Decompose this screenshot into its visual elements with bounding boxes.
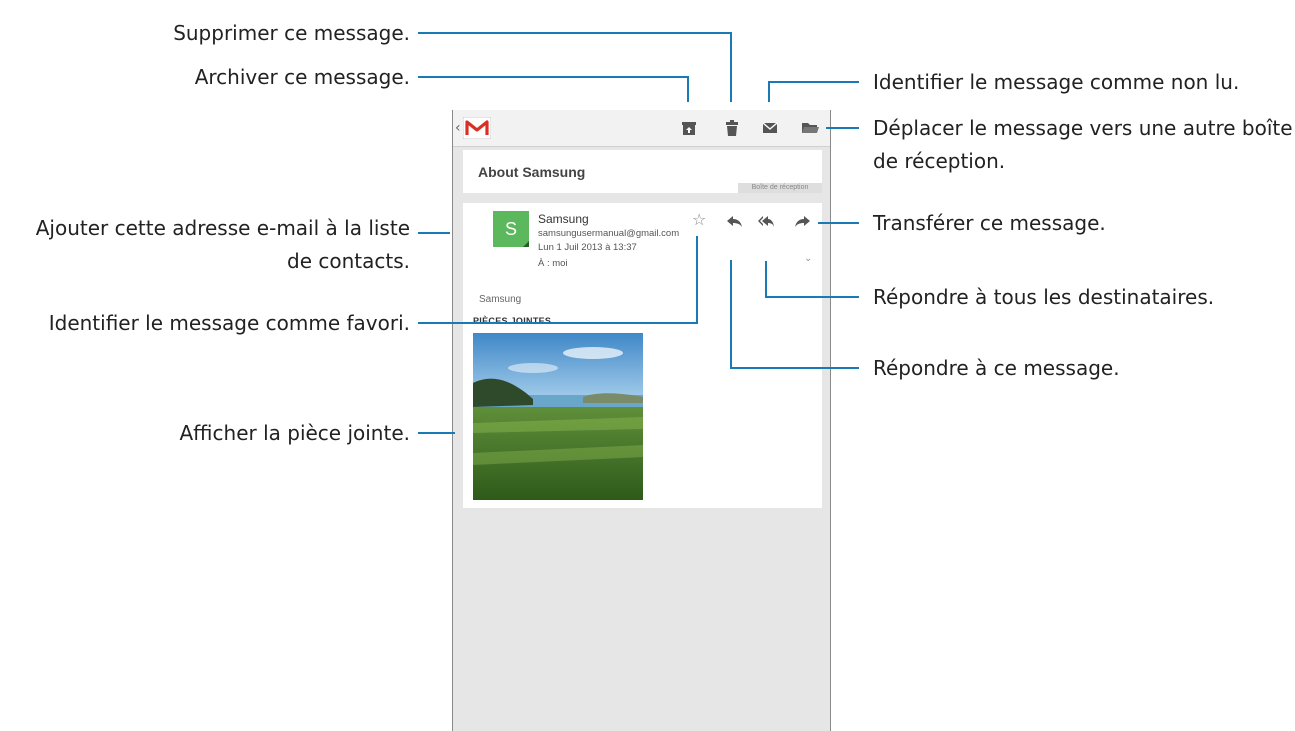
callout-delete: Supprimer ce message. [173, 21, 410, 45]
leader-delete [418, 32, 732, 102]
callout-reply-all: Répondre à tous les destinataires. [873, 285, 1215, 309]
attachment-thumbnail[interactable] [473, 333, 643, 500]
recipient-line: À : moi [538, 258, 568, 269]
sender-email: samsungusermanual@gmail.com [538, 228, 680, 239]
reply-icon[interactable] [726, 213, 744, 229]
phone-screen: ‹ About Samsung Boîte de réception S Sam… [452, 110, 831, 731]
forward-icon[interactable] [793, 213, 811, 229]
avatar-badge [523, 241, 529, 247]
chevron-left-icon[interactable]: ‹ [455, 120, 461, 136]
callout-view-attachment: Afficher la pièce jointe. [179, 421, 411, 445]
gmail-icon[interactable] [463, 117, 491, 139]
callout-add-contact: Ajouter cette adresse e-mail à la liste … [35, 216, 410, 273]
callout-forward: Transférer ce message. [873, 211, 1106, 235]
trash-icon[interactable] [722, 118, 742, 138]
attachments-heading: PIÈCES JOINTES [473, 316, 552, 326]
star-icon[interactable]: ☆ [692, 210, 706, 229]
message-date: Lun 1 Juil 2013 à 13:37 [538, 242, 637, 253]
leader-archive [418, 76, 689, 102]
archive-icon[interactable] [679, 118, 699, 138]
envelope-icon[interactable] [760, 118, 780, 138]
folder-icon[interactable] [800, 118, 820, 138]
reply-all-icon[interactable] [757, 213, 775, 229]
avatar[interactable]: S [493, 211, 529, 247]
email-subject: About Samsung [478, 164, 586, 180]
message-body: Samsung [479, 294, 522, 305]
callout-archive: Archiver ce message. [194, 65, 410, 89]
avatar-letter: S [504, 219, 517, 239]
callout-reply: Répondre à ce message. [873, 356, 1120, 380]
sender-name: Samsung [538, 212, 589, 226]
message-card: S Samsung samsungusermanual@gmail.com Lu… [463, 203, 822, 508]
callout-move: Déplacer le message vers une autre boîte… [873, 116, 1293, 173]
callout-mark-unread: Identifier le message comme non lu. [873, 70, 1240, 94]
callout-favorite: Identifier le message comme favori. [48, 311, 410, 335]
inbox-label-chip[interactable]: Boîte de réception [738, 183, 822, 193]
chevron-down-icon[interactable]: ⌄ [804, 253, 812, 264]
leader-mark-unread [768, 81, 859, 102]
action-bar: ‹ [453, 110, 830, 147]
